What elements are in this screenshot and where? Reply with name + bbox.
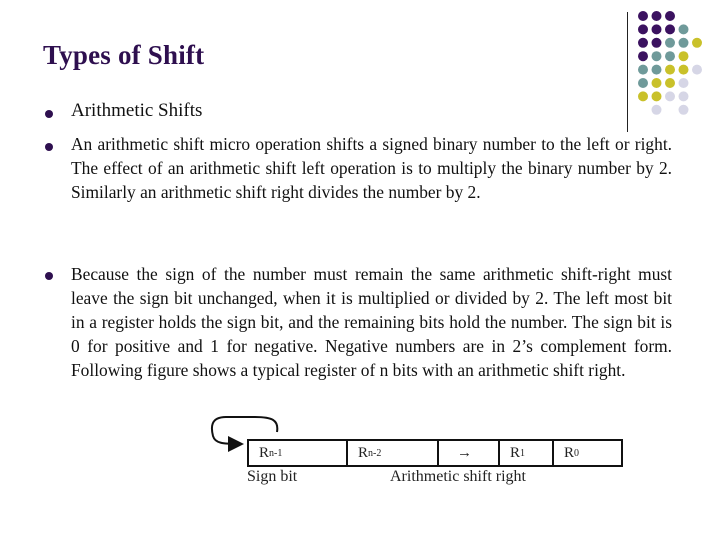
right-arrow-icon: → [457,444,472,461]
register-cell-r0: R0 [554,441,621,465]
register-cell-rn-2: Rn-2 [348,441,439,465]
cell-label: R [259,444,270,461]
cell-subscript: 0 [574,447,580,459]
register-cell-r1: R1 [500,441,554,465]
cell-subscript: 1 [520,447,526,459]
register-cell-arrow: → [439,441,500,465]
cell-label: R [564,444,575,461]
register-cell-rn-1: Rn-1 [249,441,348,465]
cell-label: R [358,444,369,461]
cell-subscript: n-2 [368,447,382,459]
sign-bit-label: Sign bit [247,468,298,485]
arithmetic-shift-right-label: Arithmetic shift right [390,468,526,485]
register-diagram: Rn-1 Rn-2 → R1 R0 [247,439,623,467]
cell-subscript: n-1 [269,447,283,459]
cell-label: R [510,444,521,461]
